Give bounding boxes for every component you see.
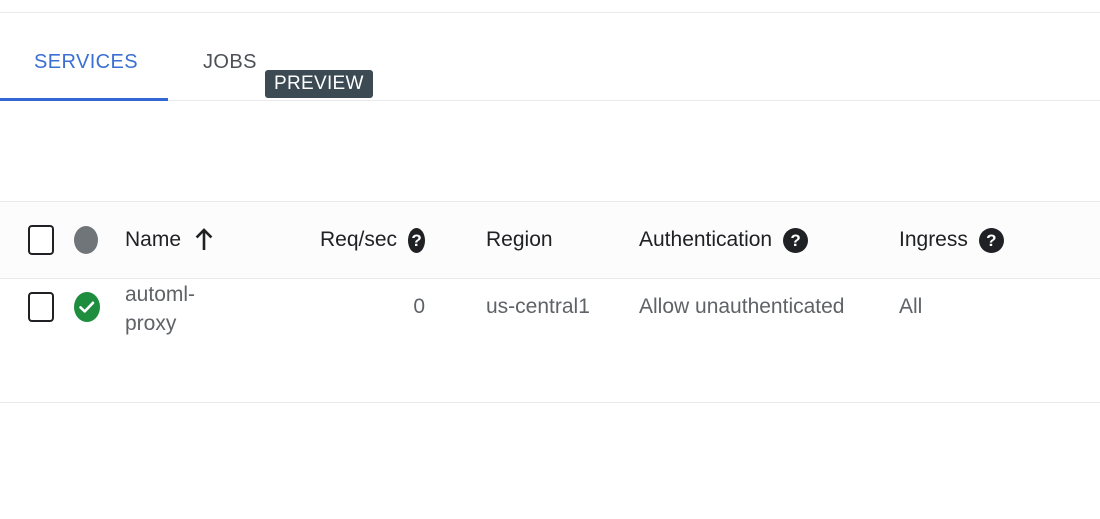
row-req-sec-cell: 0	[320, 279, 425, 335]
column-header-region-label: Region	[486, 228, 553, 251]
help-icon-req-sec[interactable]: ?	[408, 227, 425, 253]
row-name-cell[interactable]: automl-proxy	[125, 279, 245, 335]
row-status-cell	[74, 279, 100, 335]
cloud-run-services-page: SERVICES JOBS PREVIEW Filter Name	[0, 0, 1100, 519]
preview-badge: PREVIEW	[265, 70, 373, 98]
table-header-row: Name Req/sec ? Region Authentication ? I…	[0, 202, 1100, 279]
row-authentication-cell: Allow unauthenticated	[639, 279, 844, 335]
row-select-cell	[28, 279, 54, 335]
service-name-link[interactable]: automl-proxy	[125, 276, 245, 339]
tab-bar: SERVICES JOBS PREVIEW	[0, 24, 1100, 101]
select-all-cell	[28, 202, 54, 278]
region-value: us-central1	[486, 295, 590, 318]
select-all-checkbox[interactable]	[28, 225, 54, 255]
column-header-req-sec-label: Req/sec	[320, 228, 398, 251]
authentication-value: Allow unauthenticated	[639, 295, 845, 318]
row-region-cell: us-central1	[486, 279, 590, 335]
help-icon-authentication[interactable]: ?	[783, 227, 809, 253]
column-header-ingress: Ingress ?	[899, 202, 1004, 278]
column-header-ingress-label: Ingress	[899, 228, 968, 251]
status-check-circle-icon	[74, 292, 100, 322]
tab-jobs[interactable]: JOBS	[203, 24, 257, 100]
req-sec-value: 0	[413, 295, 425, 318]
tab-services-label: SERVICES	[34, 50, 138, 73]
column-header-req-sec: Req/sec ?	[320, 202, 425, 278]
top-divider	[0, 12, 1100, 13]
services-table: Name Req/sec ? Region Authentication ? I…	[0, 202, 1100, 403]
sort-ascending-icon[interactable]	[195, 228, 213, 252]
status-circle-icon	[74, 226, 98, 254]
help-icon-ingress[interactable]: ?	[978, 227, 1004, 253]
filter-bar: Filter	[0, 101, 1100, 270]
column-header-authentication-label: Authentication	[639, 228, 773, 251]
column-header-name[interactable]: Name	[125, 202, 213, 278]
ingress-value: All	[899, 295, 923, 318]
column-header-authentication: Authentication ?	[639, 202, 809, 278]
tab-jobs-label: JOBS	[203, 50, 257, 73]
column-header-region: Region	[486, 202, 553, 278]
row-ingress-cell: All	[899, 279, 922, 335]
table-row[interactable]: automl-proxy 0 us-central1 Allow unauthe…	[0, 279, 1100, 403]
tab-services[interactable]: SERVICES	[34, 24, 138, 100]
row-checkbox[interactable]	[28, 292, 54, 322]
column-header-name-label: Name	[125, 228, 182, 251]
status-column-header	[74, 202, 98, 278]
